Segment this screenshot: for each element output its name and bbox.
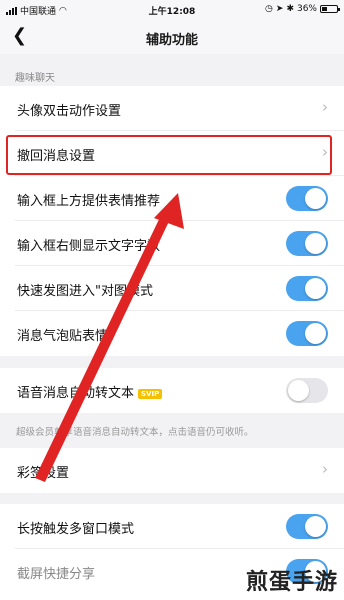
- annotation-arrow-icon: [35, 193, 184, 482]
- watermark: 煎蛋手游: [245, 570, 338, 595]
- arrow-shaft: [35, 211, 172, 482]
